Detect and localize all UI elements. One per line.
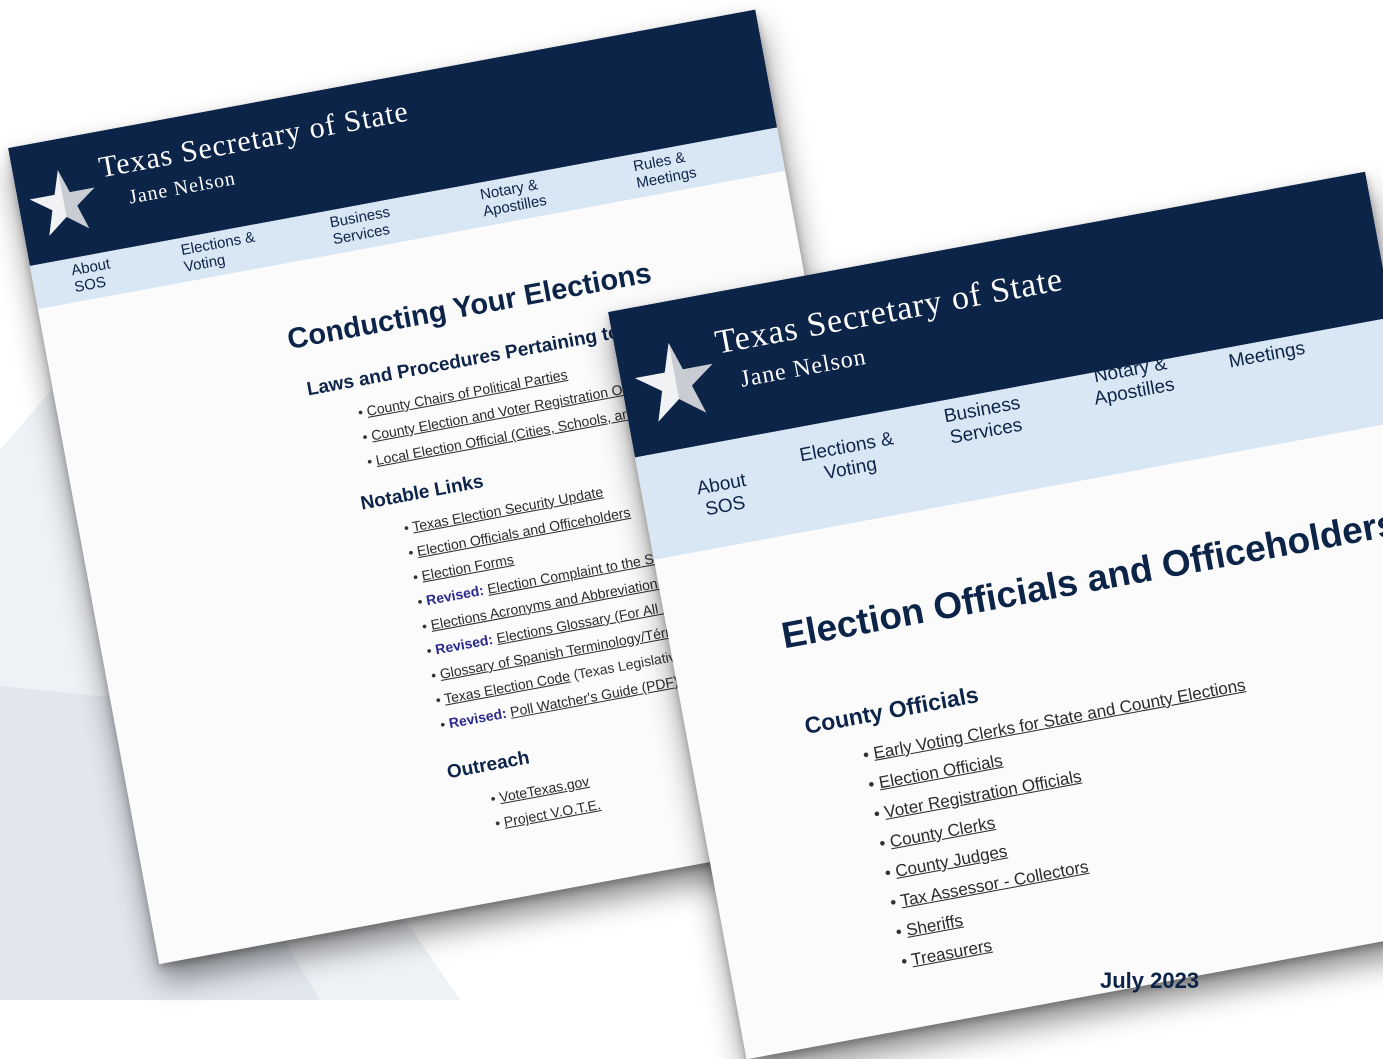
screenshot-election-officials: Texas Secretary of State Jane Nelson Abo… xyxy=(608,171,1383,1059)
footer-date: July 2023 xyxy=(1100,968,1200,993)
page-title: Election Officials and Officeholders xyxy=(778,502,1383,657)
nav-business-services[interactable]: Business Services xyxy=(931,391,1037,452)
site-title[interactable]: Texas Secretary of State xyxy=(96,95,411,186)
nav-elections-voting[interactable]: Elections & Voting xyxy=(796,428,902,489)
star-logo-icon xyxy=(635,342,713,422)
section-title-outreach: Outreach xyxy=(445,747,532,784)
nav-about-sos[interactable]: About SOS xyxy=(680,467,767,525)
star-logo-icon xyxy=(29,170,95,236)
nav-about-sos[interactable]: About SOS xyxy=(70,251,142,302)
outreach-list: VoteTexas.gov Project V.O.T.E. xyxy=(489,768,603,837)
